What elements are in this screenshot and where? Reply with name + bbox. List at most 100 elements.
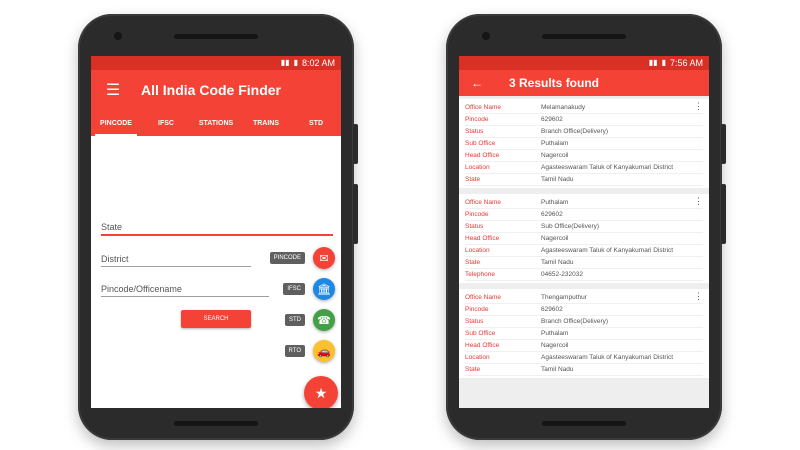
result-row: Telephone 04652-232032 [465,269,703,281]
tab-std[interactable]: STD [291,110,341,136]
earpiece-speaker [542,34,626,39]
result-key: Status [465,223,484,230]
result-row: Pincode 629602 [465,304,703,316]
result-key: Telephone [465,271,495,278]
result-row: Pincode 629602 [465,114,703,126]
result-value: Puthalam [541,199,569,206]
result-row: Status Branch Office(Delivery) [465,316,703,328]
result-card[interactable]: ⋮ Office Name Melamanakudy Pincode 629602 Sta… [459,99,709,188]
power-button [721,184,726,244]
earpiece-speaker [174,34,258,39]
result-row: State Tamil Nadu [465,364,703,376]
result-row: Office Name Melamanakudy [465,102,703,114]
result-key: Office Name [465,294,502,301]
result-key: Office Name [465,104,502,111]
result-value: 629602 [541,116,563,123]
tab-pincode[interactable]: PINCODE [91,110,141,136]
screen-right: ▮▮ ▮ 7:56 AM ← 3 Results found ⋮ Office N… [459,56,709,408]
state-field[interactable]: State [101,222,333,236]
result-row: Status Branch Office(Delivery) [465,126,703,138]
power-button [353,184,358,244]
app-bar: ☰ All India Code Finder [91,70,341,110]
dial-ifsc[interactable]: IFSC 🏛 [283,278,335,300]
result-row: Location Agasteeswaram Taluk of Kanyakuma… [465,352,703,364]
result-value: Tamil Nadu [541,259,574,266]
result-row: Location Agasteeswaram Taluk of Kanyakuma… [465,245,703,257]
tab-label: STD [309,119,323,127]
result-value: Branch Office(Delivery) [541,318,609,325]
dial-label: STD [285,314,305,326]
field-underline [101,296,269,297]
envelope-icon[interactable]: ✉ [313,247,335,269]
result-value: 629602 [541,211,563,218]
pincode-field-label: Pincode/Officename [101,284,182,294]
star-icon[interactable]: ★ [304,376,338,408]
result-key: Pincode [465,116,489,123]
front-camera [114,32,122,40]
dial-rto[interactable]: RTO 🚗 [284,340,335,362]
result-card[interactable]: ⋮ Office Name Puthalam Pincode 629602 Status S… [459,194,709,283]
result-key: Location [465,354,490,361]
dial-label: RTO [284,345,305,357]
screen-left: ▮▮ ▮ 8:02 AM ☰ All India Code Finder PIN… [91,56,341,408]
status-bar: ▮▮ ▮ 8:02 AM [91,56,341,70]
result-card[interactable]: ⋮ Office Name Thengamputhur Pincode 629602 St… [459,289,709,378]
telephone-icon[interactable]: ☎ [313,309,335,331]
result-key: Head Office [465,235,500,242]
dial-pincode[interactable]: PINCODE ✉ [269,247,335,269]
tab-bar: PINCODE IFSC STATIONS TRAINS STD [91,110,341,136]
result-row: Head Office Nagercoil [465,340,703,352]
bank-icon[interactable]: 🏛 [313,278,335,300]
result-key: Sub Office [465,330,496,337]
result-row: Head Office Nagercoil [465,150,703,162]
result-value: Melamanakudy [541,104,586,111]
field-underline [101,234,333,236]
more-vert-icon[interactable]: ⋮ [694,196,703,207]
status-time: 7:56 AM [669,58,703,68]
car-icon[interactable]: 🚗 [313,340,335,362]
bottom-speaker [542,421,626,426]
result-row: Location Agasteeswaram Taluk of Kanyakuma… [465,162,703,174]
result-value: Branch Office(Delivery) [541,128,609,135]
result-key: Pincode [465,306,489,313]
battery-icon: ▮ [293,58,298,67]
district-field[interactable]: District [101,254,251,267]
dial-std[interactable]: STD ☎ [285,309,335,331]
state-field-label: State [101,222,123,232]
result-value: Agasteeswaram Taluk of Kanyakumari Distr… [541,164,674,171]
result-key: State [465,259,481,266]
search-button[interactable]: SEARCH [181,310,251,328]
more-vert-icon[interactable]: ⋮ [694,101,703,112]
result-row: State Tamil Nadu [465,257,703,269]
more-vert-icon[interactable]: ⋮ [694,291,703,302]
phone-left: ▮▮ ▮ 8:02 AM ☰ All India Code Finder PIN… [78,14,358,440]
tab-ifsc[interactable]: IFSC [141,110,191,136]
result-key: Status [465,318,484,325]
signal-icon: ▮▮ [280,58,290,67]
result-row: Status Sub Office(Delivery) [465,221,703,233]
back-arrow-icon[interactable]: ← [471,76,491,90]
result-row: State Tamil Nadu [465,174,703,186]
results-list: ⋮ Office Name Melamanakudy Pincode 629602 Sta… [459,96,709,408]
phone-right: ▮▮ ▮ 7:56 AM ← 3 Results found ⋮ Office N… [446,14,726,440]
district-field-label: District [101,254,129,264]
battery-icon: ▮ [661,58,666,67]
pincode-field[interactable]: Pincode/Officename [101,284,269,297]
result-row: Pincode 629602 [465,209,703,221]
result-value: Puthalam [541,330,569,337]
result-row: Office Name Puthalam [465,197,703,209]
result-row: Office Name Thengamputhur [465,292,703,304]
result-value: 629602 [541,306,563,313]
result-key: Office Name [465,199,502,206]
status-time: 8:02 AM [301,58,335,68]
result-key: Status [465,128,484,135]
tab-trains[interactable]: TRAINS [241,110,291,136]
result-key: Location [465,164,490,171]
tab-label: IFSC [158,119,174,127]
tab-label: PINCODE [100,119,132,127]
result-key: Head Office [465,152,500,159]
result-row: Head Office Nagercoil [465,233,703,245]
menu-icon[interactable]: ☰ [101,80,125,100]
result-key: State [465,366,481,373]
tab-stations[interactable]: STATIONS [191,110,241,136]
